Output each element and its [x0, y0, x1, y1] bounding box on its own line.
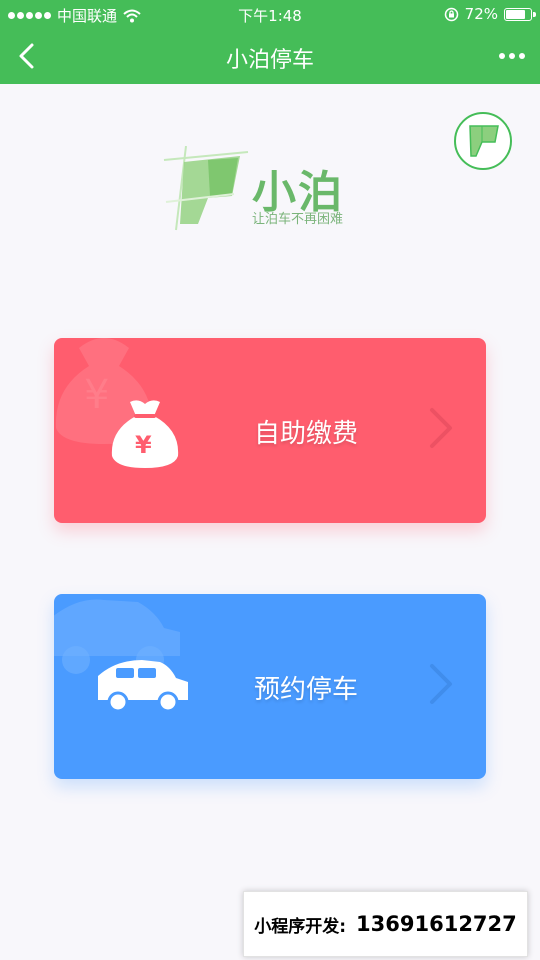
- corner-logo-button[interactable]: [454, 112, 512, 170]
- battery-icon: [504, 7, 536, 21]
- reserve-parking-card[interactable]: 预约停车: [54, 594, 486, 779]
- status-right: 72%: [444, 5, 536, 23]
- brand-logo: 小泊 让泊车不再困难: [162, 146, 362, 232]
- brand-slogan: 让泊车不再困难: [252, 212, 344, 227]
- battery-percent: 72%: [464, 5, 498, 23]
- page-title: 小泊停车: [225, 48, 314, 73]
- svg-text:¥: ¥: [135, 431, 152, 459]
- money-bag-icon: ¥: [111, 400, 179, 468]
- svg-text:¥: ¥: [84, 372, 109, 418]
- developer-phone[interactable]: 13691612727: [356, 912, 517, 936]
- developer-label: 小程序开发:: [254, 916, 347, 937]
- orientation-lock-icon: [444, 7, 458, 21]
- more-button[interactable]: [494, 42, 530, 70]
- self-pay-card[interactable]: ¥ ¥ 自助缴费: [54, 338, 486, 523]
- developer-contact-banner: 小程序开发: 13691612727: [243, 891, 528, 957]
- brand-mark-icon: [163, 146, 249, 231]
- parking-flag-icon: [469, 125, 499, 157]
- chevron-right-icon: [430, 408, 452, 448]
- self-pay-label: 自助缴费: [254, 419, 359, 449]
- chevron-right-icon: [430, 664, 452, 704]
- car-icon: [98, 660, 188, 712]
- reserve-parking-label: 预约停车: [254, 675, 359, 705]
- nav-bar: 小泊停车: [0, 28, 540, 84]
- status-bar: 中国联通 下午1:48 72%: [0, 0, 540, 28]
- more-dots-icon: [499, 53, 505, 59]
